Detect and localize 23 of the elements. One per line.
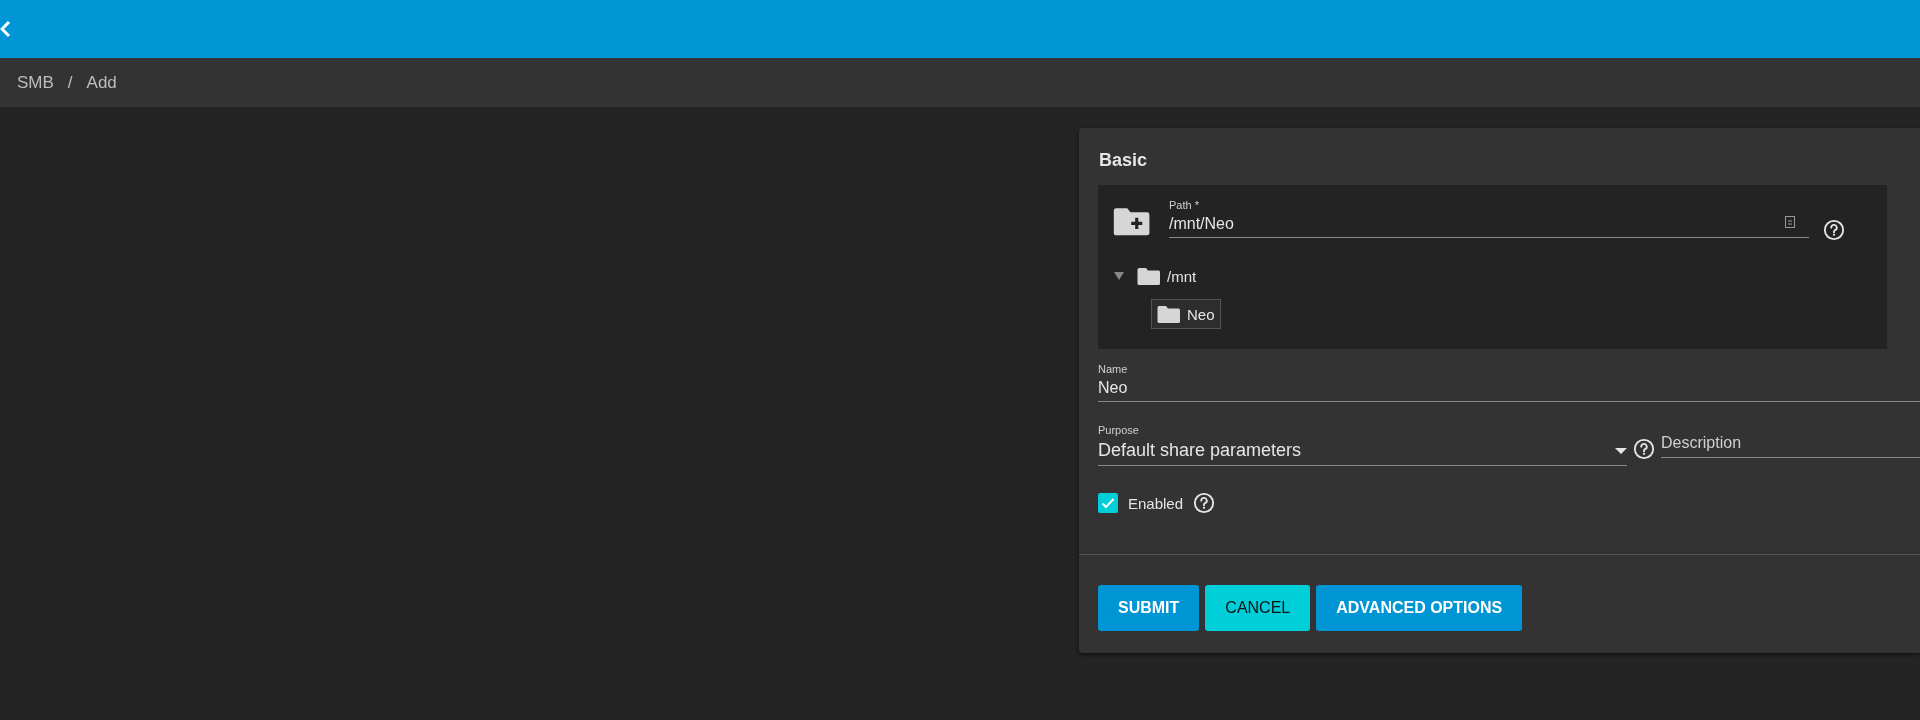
breadcrumb-item[interactable]: SMB (17, 72, 54, 93)
caret-down-icon[interactable] (1113, 271, 1125, 281)
description-field[interactable]: Description (1661, 430, 1920, 458)
help-icon[interactable] (1193, 492, 1216, 514)
tree-item[interactable]: /mnt (1131, 261, 1203, 291)
tree-item[interactable]: Neo (1151, 299, 1221, 329)
purpose-select[interactable]: Purpose Default share parameters (1098, 424, 1627, 466)
cancel-button[interactable]: CANCEL (1205, 585, 1311, 631)
checkbox-label: Enabled (1128, 494, 1184, 512)
dropdown-arrow-icon (1615, 447, 1627, 454)
section-title: Basic (1098, 149, 1149, 171)
help-icon[interactable] (1633, 438, 1655, 460)
breadcrumb-item: Add (86, 72, 117, 93)
folder-icon (1157, 304, 1181, 324)
name-field[interactable]: Name Neo (1098, 363, 1920, 402)
folder-icon (1137, 266, 1161, 286)
folder-add-icon[interactable] (1113, 205, 1151, 237)
enabled-checkbox[interactable] (1098, 493, 1118, 513)
path-field[interactable]: Path * /mnt/Neo (1169, 199, 1809, 238)
breadcrumb-separator: / (67, 72, 73, 93)
back-icon[interactable] (0, 20, 12, 38)
help-icon[interactable] (1823, 219, 1845, 241)
document-icon[interactable] (1785, 216, 1795, 228)
